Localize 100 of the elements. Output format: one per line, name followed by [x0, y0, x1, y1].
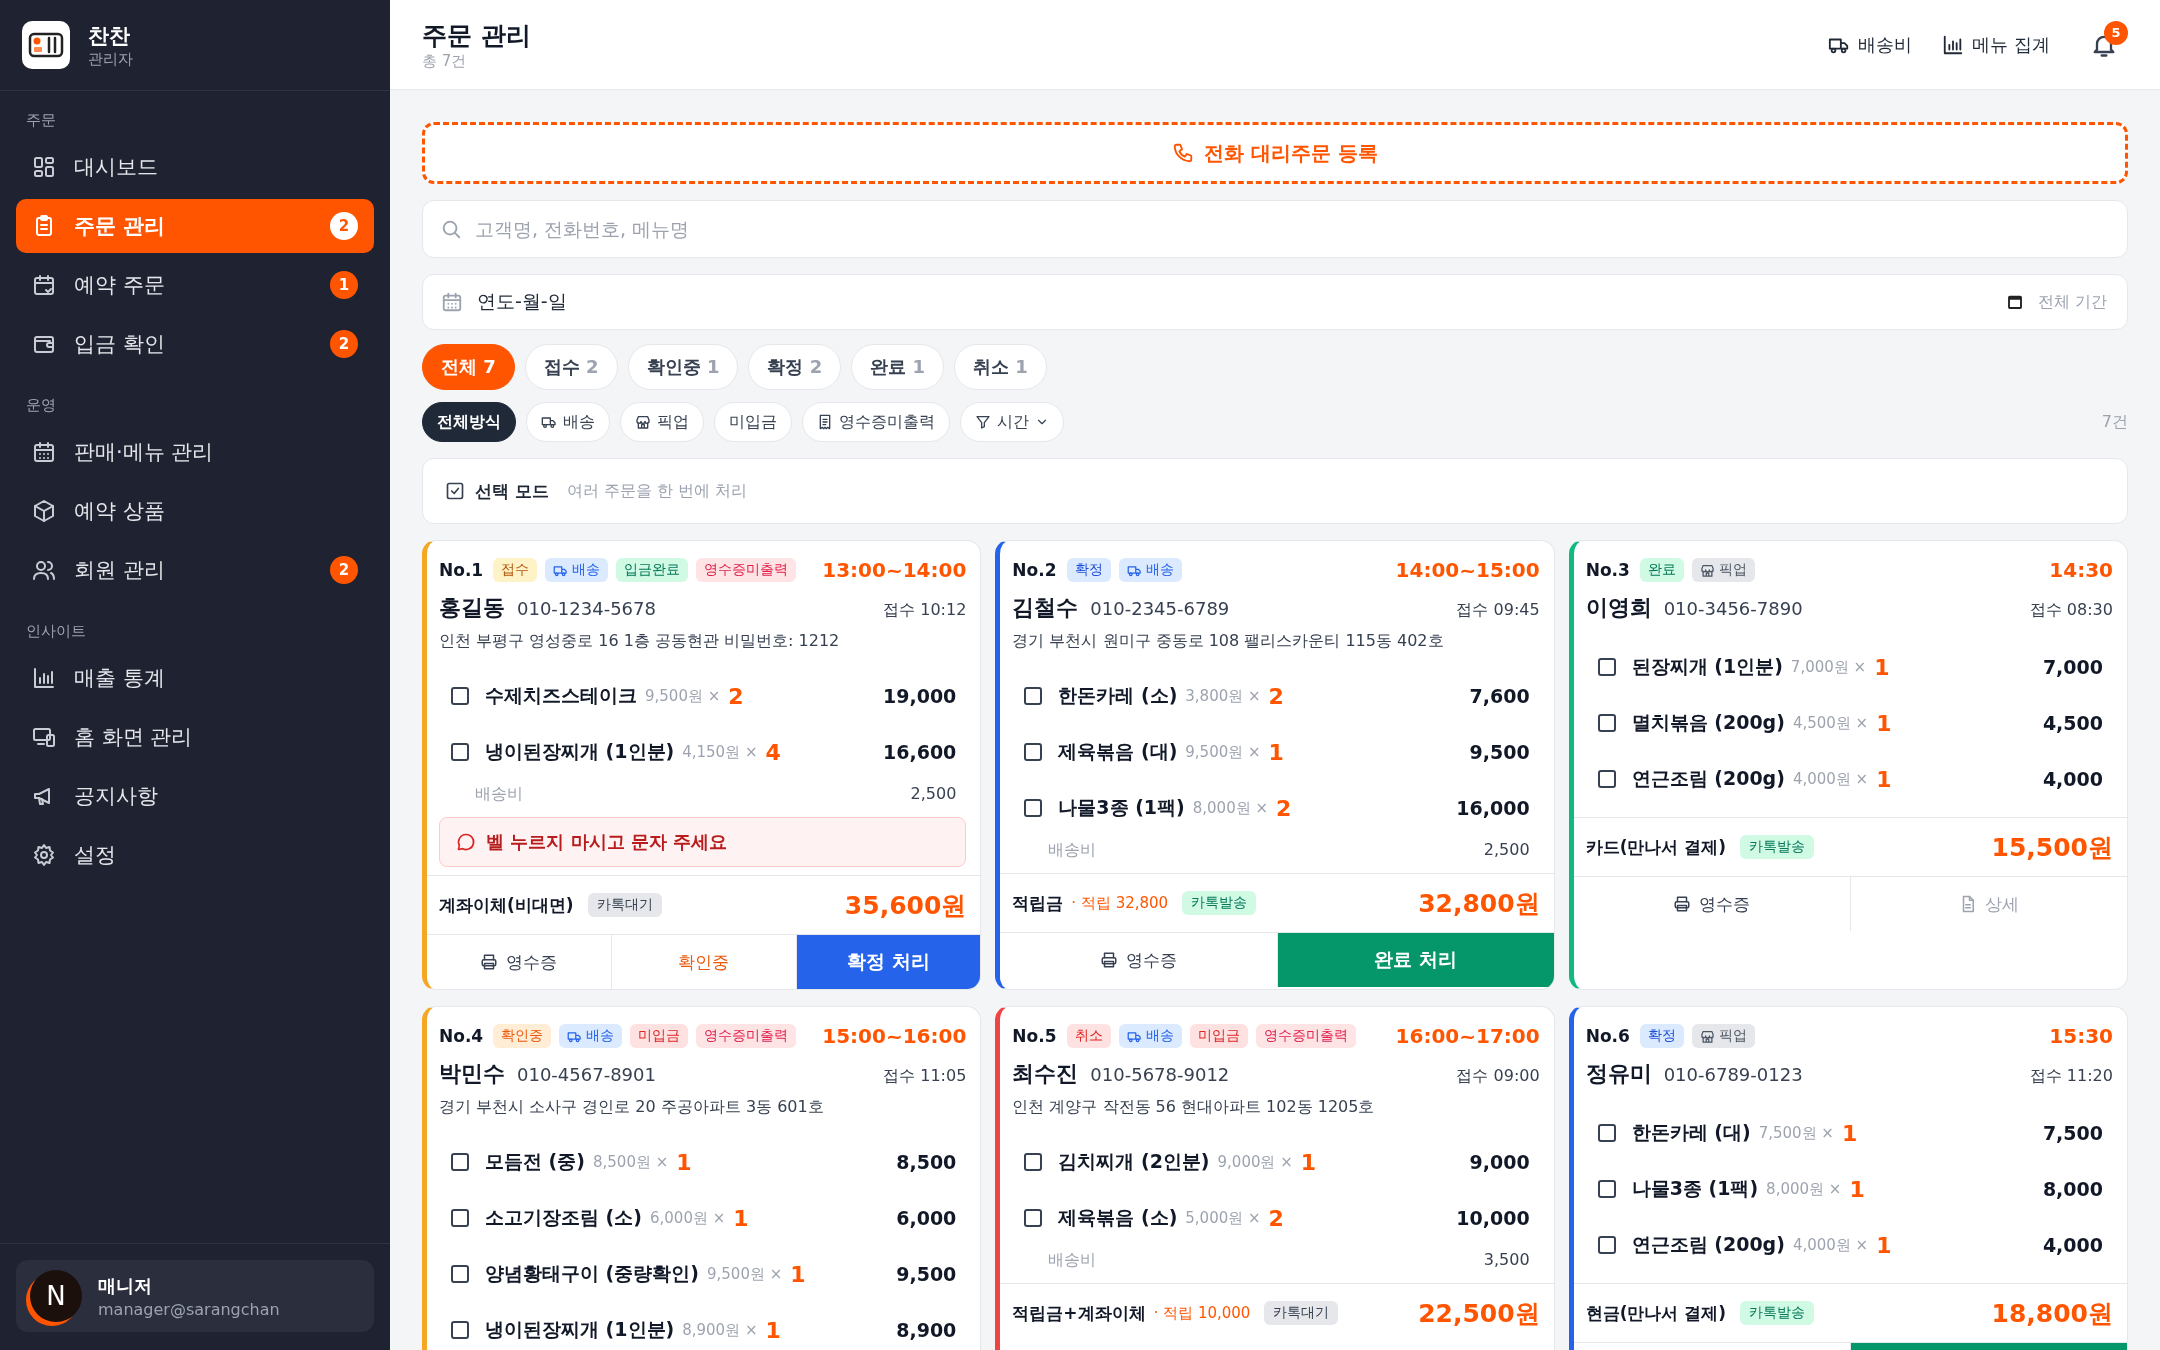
item-amount: 7,600	[1469, 685, 1530, 707]
filter-chip[interactable]: 픽업	[620, 402, 704, 442]
menu-item-name: 냉이된장찌개 (1인분)	[485, 739, 675, 764]
quantity: 4	[765, 739, 781, 765]
checkbox[interactable]	[1597, 658, 1616, 676]
filter-chip[interactable]: 전체방식	[422, 402, 516, 442]
status-tab[interactable]: 완료 1	[851, 344, 945, 390]
item-amount: 9,500	[896, 1263, 957, 1285]
unit-price: 8,500원 ×	[593, 1152, 669, 1172]
unit-price: 3,800원 ×	[1185, 686, 1261, 706]
receipt-icon	[817, 414, 833, 430]
item-amount: 19,000	[883, 685, 957, 707]
item-amount: 9,500	[1469, 741, 1530, 763]
unit-price: 4,000원 ×	[1792, 769, 1869, 789]
status-tag: 확정	[1066, 558, 1111, 582]
sidebar-item[interactable]: 예약 상품	[16, 484, 374, 538]
checkbox[interactable]	[451, 1321, 469, 1339]
status-tag: 확인중	[493, 1024, 552, 1048]
count-badge: 2	[330, 212, 358, 240]
speech-bubble-icon	[456, 832, 476, 852]
printer-icon	[1099, 951, 1118, 969]
action-button[interactable]: 영수증	[1000, 933, 1278, 987]
status-tab[interactable]: 취소 1	[954, 344, 1047, 390]
bar-chart-icon	[1942, 33, 1965, 56]
delivery-address: 경기 부천시 소사구 경인로 20 주공아파트 3동 601호	[438, 1096, 825, 1118]
action-button[interactable]: 영수증	[427, 935, 612, 989]
page-title: 주문 관리	[422, 19, 531, 52]
status-tag: 미입금	[630, 1024, 689, 1048]
sidebar-item[interactable]: 판매·메뉴 관리	[16, 425, 374, 479]
checkbox[interactable]	[451, 743, 469, 761]
checkbox[interactable]	[1597, 714, 1616, 732]
status-tab[interactable]: 접수 2	[524, 344, 618, 390]
header-button[interactable]: 메뉴 집계	[1942, 32, 2050, 57]
item-amount: 8,900	[896, 1319, 957, 1341]
filter-chip[interactable]: 미입금	[714, 402, 792, 442]
checkbox[interactable]	[451, 1265, 469, 1283]
received-time: 접수 11:20	[2029, 1066, 2113, 1087]
checkbox[interactable]	[451, 1209, 469, 1227]
status-tab[interactable]: 확인중 1	[627, 344, 739, 390]
delivery-time: 16:00~17:00	[1395, 1024, 1540, 1048]
section-title: 운영	[25, 395, 57, 416]
checkbox[interactable]	[1597, 1236, 1616, 1254]
order-total: 35,600원	[844, 889, 967, 922]
customer-name: 최수진	[1012, 1060, 1079, 1088]
quantity: 2	[1268, 683, 1284, 709]
checkbox[interactable]	[451, 1153, 469, 1171]
customer-name: 정유미	[1585, 1060, 1652, 1088]
checkbox[interactable]	[451, 687, 469, 705]
sidebar-item[interactable]: 회원 관리 2	[16, 543, 374, 597]
delivery-time: 13:00~14:00	[822, 558, 967, 582]
message-status-tag: 카톡발송	[1740, 835, 1815, 859]
sidebar-item[interactable]: 입금 확인 2	[16, 317, 374, 371]
payment-method: 적립금	[1012, 891, 1064, 915]
section-title: 주문	[25, 110, 57, 131]
checkbox[interactable]	[1024, 687, 1043, 705]
checkbox-icon	[445, 481, 465, 501]
header-button[interactable]: 배송비	[1828, 32, 1913, 57]
menu-item-name: 나물3종 (1팩)	[1058, 795, 1185, 820]
sidebar-item[interactable]: 설정	[16, 828, 374, 882]
avatar: N	[30, 1270, 82, 1322]
action-button[interactable]: 확정 처리	[796, 935, 981, 989]
status-tag: 배송	[1118, 558, 1182, 582]
user-card[interactable]: N 매니저 manager@sarangchan	[16, 1260, 374, 1332]
payment-method: 계좌이체(비대면)	[439, 893, 574, 917]
brand-subtitle: 관리자	[88, 49, 133, 69]
order-number: No.1	[439, 560, 484, 580]
order-number: No.6	[1585, 1026, 1630, 1046]
checkbox[interactable]	[1024, 743, 1043, 761]
filter-chip[interactable]: 시간	[960, 402, 1064, 442]
quantity: 1	[1876, 1232, 1892, 1258]
sidebar-item[interactable]: 홈 화면 관리	[16, 710, 374, 764]
quantity: 1	[1300, 1149, 1317, 1175]
status-tab[interactable]: 확정 2	[748, 344, 842, 390]
unit-price: 4,500원 ×	[1792, 713, 1869, 733]
customer-name: 홍길동	[439, 594, 505, 622]
sidebar-item[interactable]: 매출 통계	[16, 651, 374, 705]
item-amount: 8,000	[2042, 1178, 2103, 1200]
filter-chip[interactable]: 영수증미출력	[802, 402, 950, 442]
search-field[interactable]: 고객명, 전화번호, 메뉴명	[422, 200, 2128, 258]
select-mode-bar[interactable]: 선택 모드 여러 주문을 한 번에 처리	[422, 458, 2128, 524]
customer-phone: 010-4567-8901	[517, 1064, 656, 1085]
item-amount: 9,000	[1469, 1151, 1530, 1173]
settings-icon	[32, 843, 56, 867]
received-time: 접수 09:45	[1456, 600, 1540, 621]
sidebar-item[interactable]: 예약 주문 1	[16, 258, 374, 312]
count-badge: 1	[330, 271, 358, 299]
checkbox[interactable]	[1597, 1180, 1616, 1198]
unit-price: 9,500원 ×	[645, 686, 721, 706]
sidebar-item[interactable]: 공지사항	[16, 769, 374, 823]
checkbox[interactable]	[1597, 1124, 1616, 1142]
checkbox[interactable]	[1024, 1209, 1043, 1227]
checkbox[interactable]	[1024, 1153, 1043, 1171]
filter-chip[interactable]: 배송	[526, 402, 610, 442]
payment-method: 적립금+계좌이체	[1012, 1301, 1146, 1325]
payment-method: 현금(만나서 결제)	[1585, 1301, 1727, 1325]
checkbox[interactable]	[1024, 799, 1043, 817]
checkbox[interactable]	[1597, 770, 1616, 788]
message-status-tag: 카톡대기	[587, 893, 662, 917]
action-button[interactable]: 완료 처리	[1277, 933, 1554, 987]
sidebar-item[interactable]: 대시보드	[16, 140, 374, 194]
